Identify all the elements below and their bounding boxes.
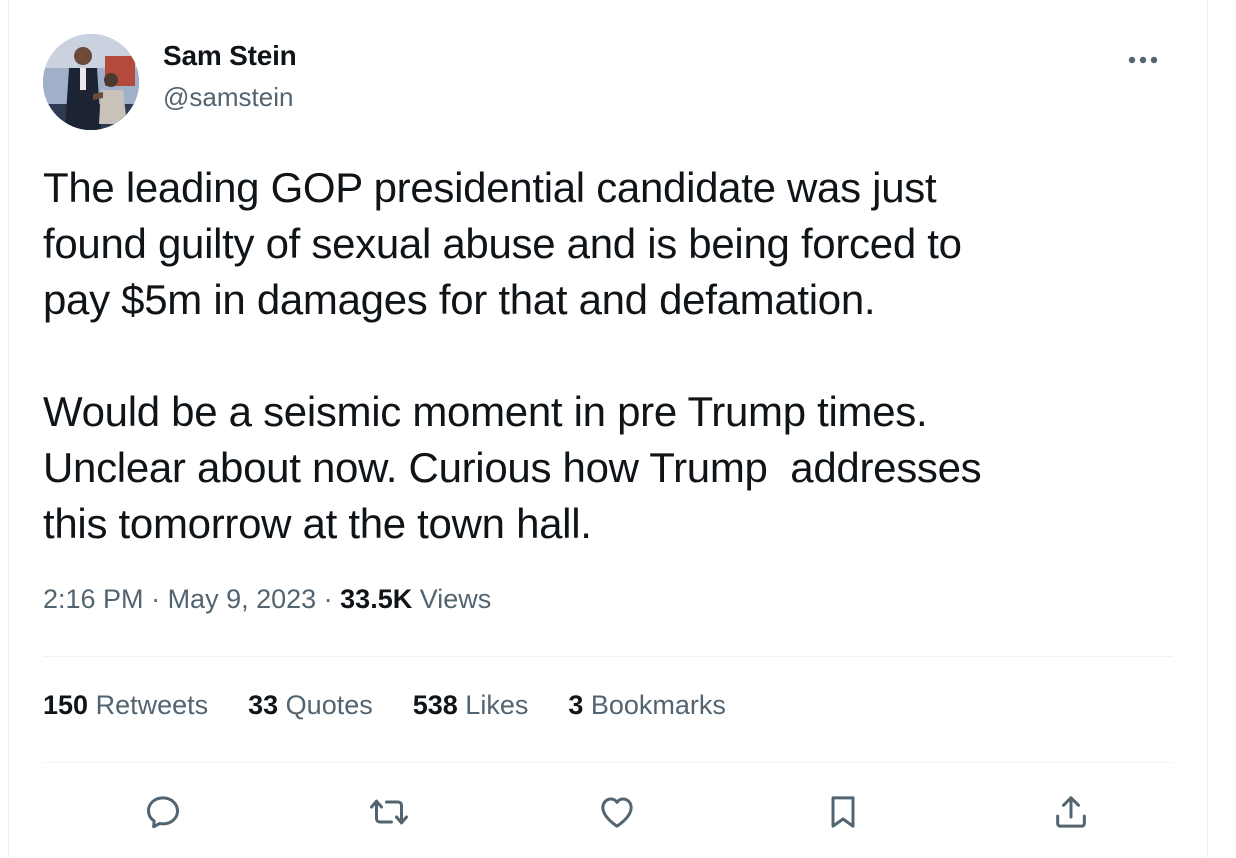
author-name[interactable]: Sam Stein	[163, 40, 297, 72]
retweet-icon	[370, 799, 408, 825]
author-handle[interactable]: @samstein	[163, 82, 293, 113]
retweets-count: 150	[43, 690, 89, 720]
share-icon	[1056, 796, 1086, 828]
bookmarks-count: 3	[568, 690, 584, 720]
bookmarks-label: Bookmarks	[583, 690, 726, 720]
more-icon[interactable]	[1123, 40, 1163, 80]
reply-button[interactable]	[139, 788, 187, 836]
quotes-count: 33	[248, 690, 279, 720]
avatar[interactable]	[43, 34, 139, 130]
reply-icon	[147, 796, 179, 829]
avatar-photo	[43, 34, 139, 130]
tweet-meta: 2:16 PM · May 9, 2023 · 33.5K Views	[43, 584, 491, 615]
bookmark-icon	[831, 796, 855, 828]
meta-separator: ·	[316, 584, 341, 614]
views-count: 33.5K	[340, 584, 413, 614]
bookmark-button[interactable]	[819, 788, 867, 836]
meta-separator: ·	[143, 584, 168, 614]
tweet-text: The leading GOP presidential candidate w…	[43, 164, 982, 547]
retweets-stat[interactable]: 150 Retweets	[43, 690, 208, 730]
action-bar	[43, 780, 1173, 844]
divider	[43, 762, 1173, 763]
like-icon	[601, 797, 633, 828]
tweet-time[interactable]: 2:16 PM	[43, 584, 144, 614]
likes-stat[interactable]: 538 Likes	[413, 690, 529, 730]
divider	[43, 656, 1173, 657]
views-label: Views	[412, 584, 492, 614]
tweet-card: Sam Stein @samstein The leading GOP pres…	[8, 0, 1208, 858]
quotes-label: Quotes	[278, 690, 373, 720]
tweet-date[interactable]: May 9, 2023	[168, 584, 317, 614]
like-button[interactable]	[593, 788, 641, 836]
retweet-button[interactable]	[365, 788, 413, 836]
tweet-stats: 150 Retweets 33 Quotes 538 Likes 3 Bookm…	[43, 690, 726, 730]
retweets-label: Retweets	[88, 690, 209, 720]
bookmarks-stat[interactable]: 3 Bookmarks	[568, 690, 726, 730]
share-button[interactable]	[1047, 788, 1095, 836]
quotes-stat[interactable]: 33 Quotes	[248, 690, 373, 730]
likes-count: 538	[412, 690, 458, 720]
likes-label: Likes	[457, 690, 529, 720]
